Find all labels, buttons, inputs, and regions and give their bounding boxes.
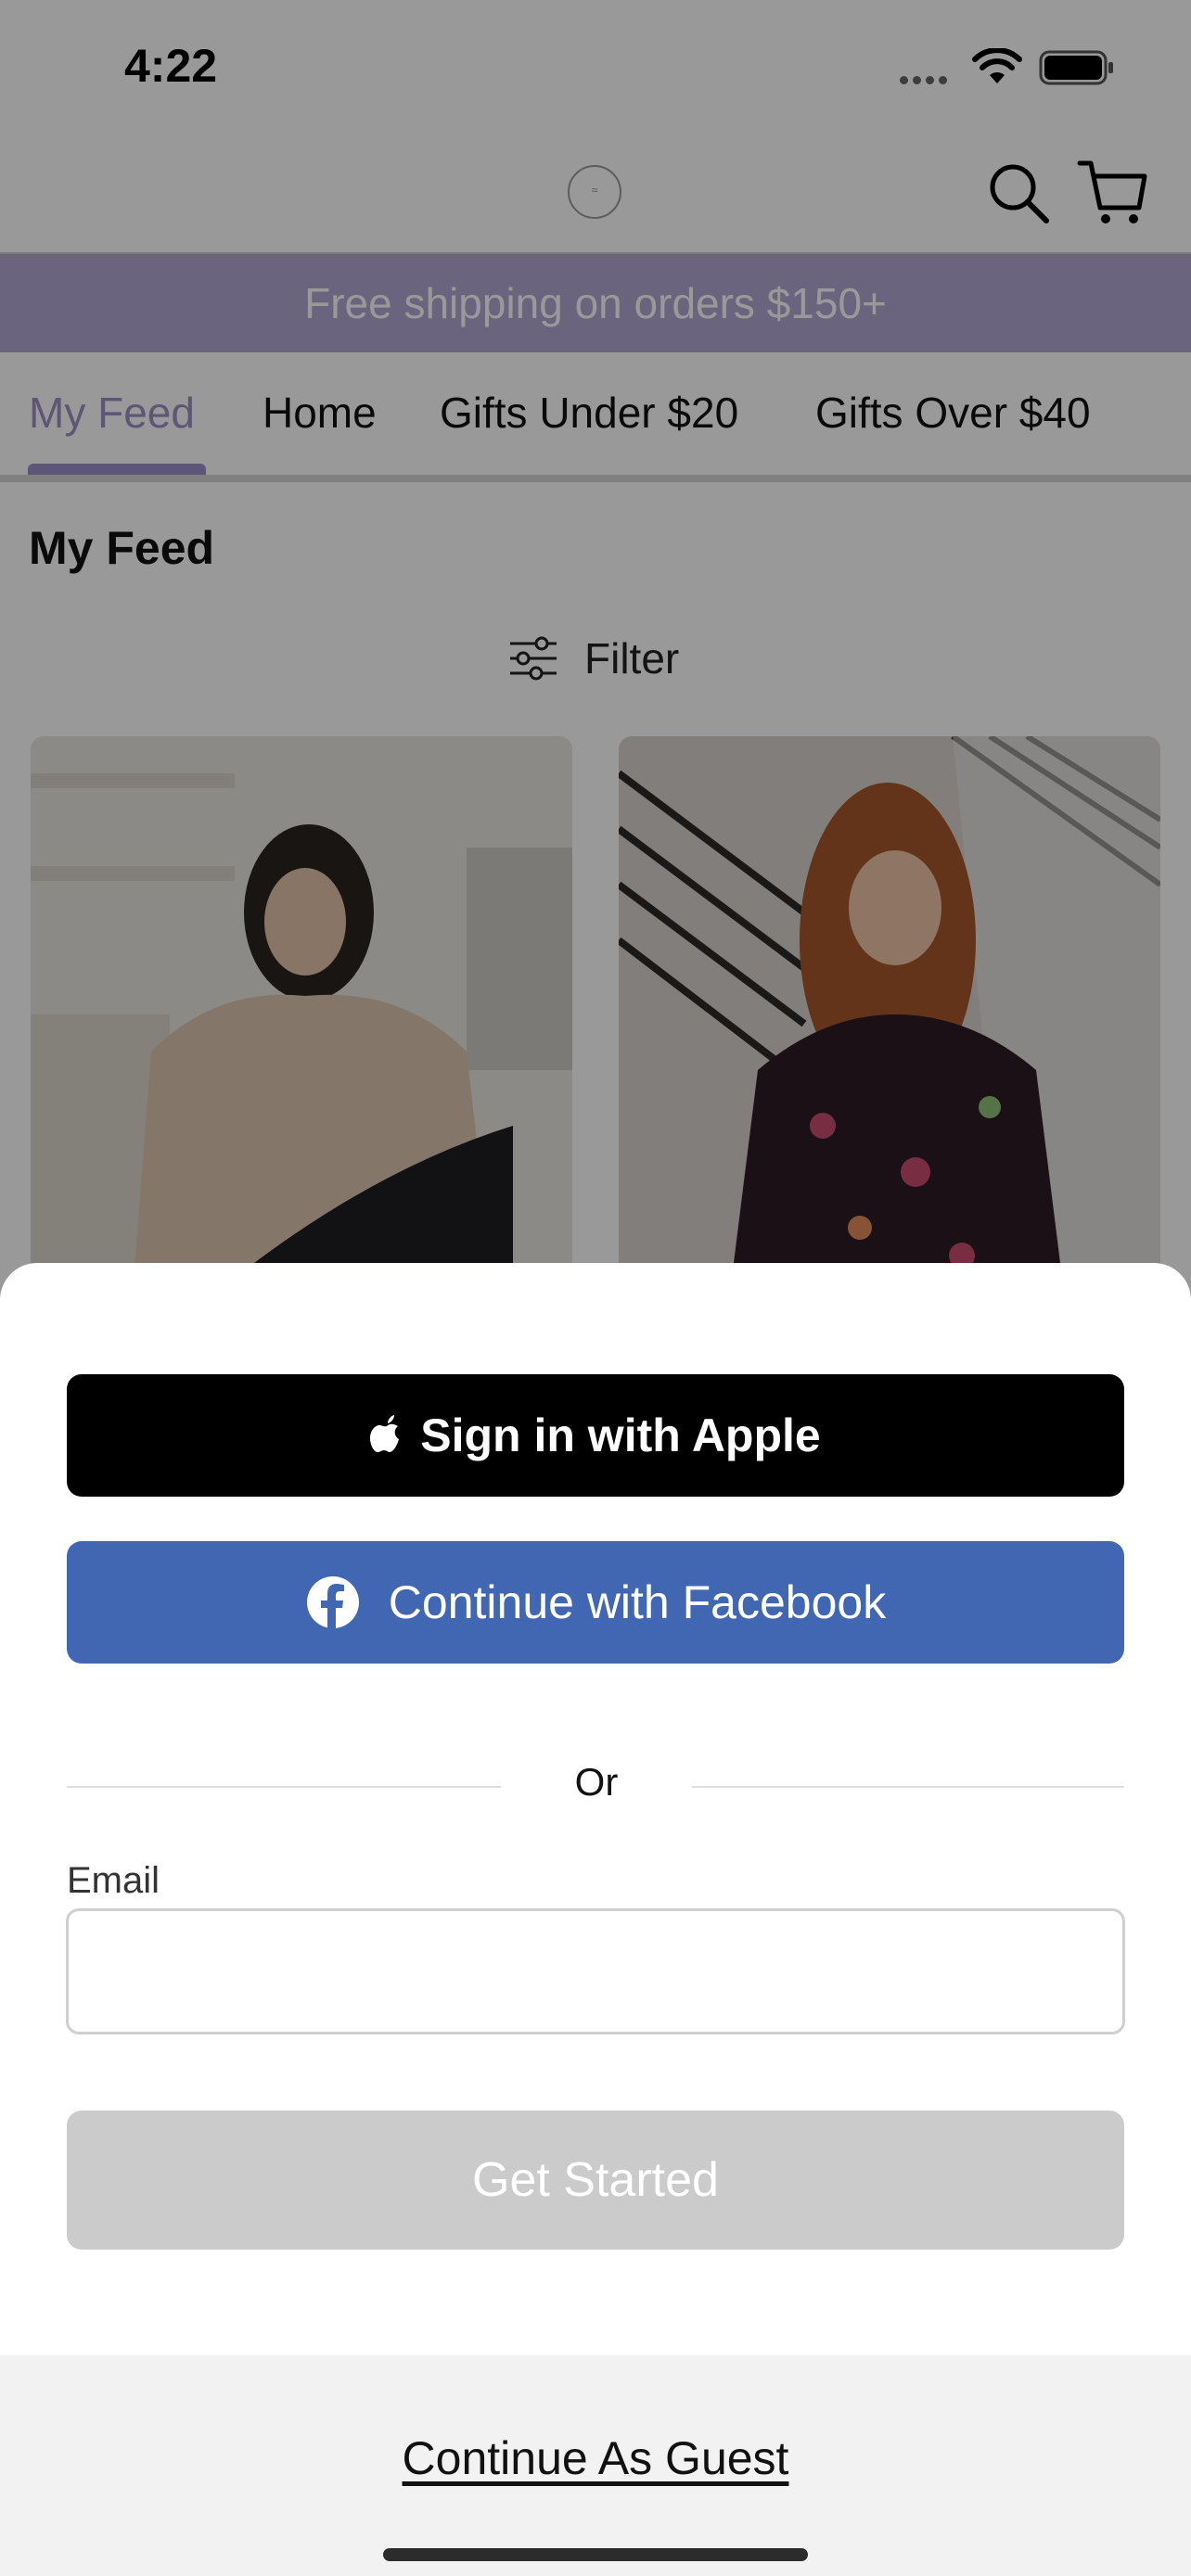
get-started-button[interactable]: Get Started <box>67 2111 1124 2250</box>
facebook-button-label: Continue with Facebook <box>388 1576 887 1628</box>
or-divider: Or <box>67 1745 1124 1804</box>
guest-area: Continue As Guest <box>0 2355 1191 2576</box>
divider-label: Or <box>574 1760 619 1804</box>
divider-line <box>67 1786 501 1788</box>
email-label: Email <box>67 1860 160 1901</box>
facebook-icon <box>306 1576 359 1628</box>
home-indicator <box>383 2548 808 2561</box>
email-field[interactable] <box>66 1908 1125 2034</box>
login-bottom-sheet: Sign in with Apple Continue with Faceboo… <box>0 1263 1191 2576</box>
sign-in-with-apple-button[interactable]: Sign in with Apple <box>67 1374 1124 1497</box>
apple-button-label: Sign in with Apple <box>420 1409 821 1461</box>
apple-icon <box>370 1415 400 1452</box>
divider-line <box>692 1786 1124 1788</box>
continue-with-facebook-button[interactable]: Continue with Facebook <box>67 1541 1124 1664</box>
continue-as-guest-link[interactable]: Continue As Guest <box>0 2431 1191 2485</box>
